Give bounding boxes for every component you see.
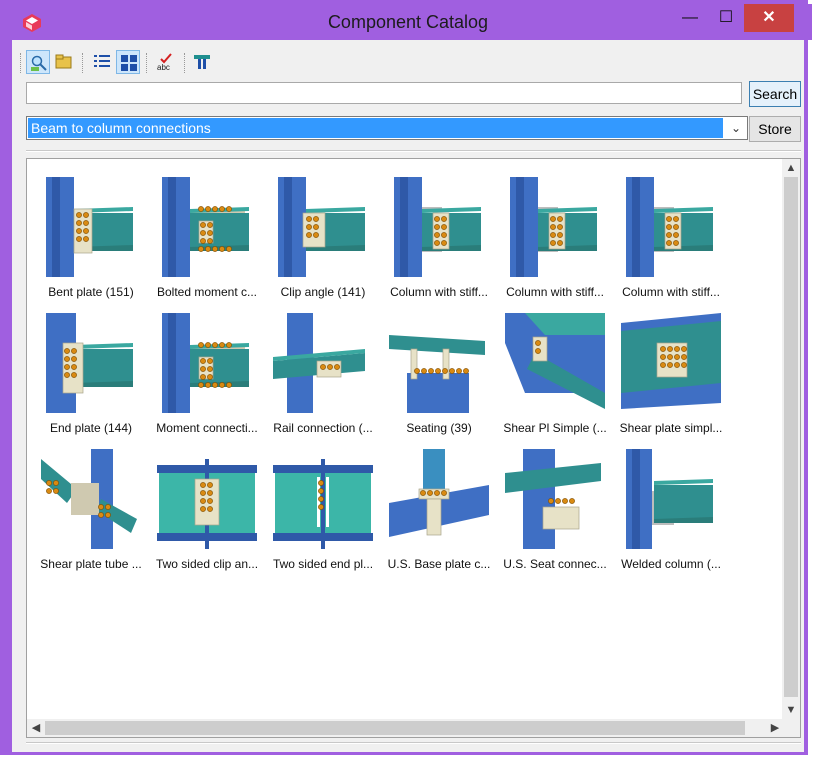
toolbar-separator	[146, 53, 149, 73]
component-label: Welded column (...	[621, 557, 721, 571]
component-item[interactable]: Column with stiff...	[615, 169, 727, 301]
minimize-button[interactable]: —	[670, 4, 710, 32]
search-button[interactable]: Search	[749, 81, 801, 107]
component-thumbnail	[389, 449, 489, 537]
maximize-button[interactable]: ☐	[706, 4, 746, 32]
component-item[interactable]: Shear Pl Simple (...	[499, 305, 611, 437]
component-item[interactable]: Two sided clip an...	[151, 441, 263, 573]
component-item[interactable]: Shear plate tube ...	[35, 441, 147, 573]
toolbar-grip[interactable]	[20, 53, 23, 73]
component-thumbnail	[157, 459, 257, 549]
component-thumbnail	[46, 313, 133, 413]
thumbnail-view-icon	[121, 55, 137, 71]
component-item[interactable]: Shear plate simpl...	[615, 305, 727, 437]
component-thumbnail	[394, 177, 481, 277]
scroll-up-icon[interactable]: ▲	[782, 159, 800, 177]
component-label: Clip angle (141)	[280, 285, 366, 299]
component-item[interactable]: U.S. Base plate c...	[383, 441, 495, 573]
scroll-down-icon[interactable]: ▼	[782, 701, 800, 719]
component-item[interactable]: Two sided end pl...	[267, 441, 379, 573]
component-label: U.S. Seat connec...	[503, 557, 607, 571]
component-label: Two sided end pl...	[272, 557, 374, 571]
component-label: Moment connecti...	[156, 421, 258, 435]
component-item[interactable]: Bolted moment c...	[151, 169, 263, 301]
open-folder-button[interactable]	[52, 50, 76, 74]
component-label: Column with stiff...	[622, 285, 720, 299]
component-thumbnail	[273, 313, 365, 413]
toolbar-separator	[82, 53, 85, 73]
spellcheck-icon: abc	[157, 53, 172, 71]
component-label: Column with stiff...	[506, 285, 604, 299]
divider	[26, 742, 801, 744]
toolbar-separator	[184, 53, 187, 73]
component-item[interactable]: Column with stiff...	[383, 169, 495, 301]
component-item[interactable]: Seating (39)	[383, 305, 495, 437]
component-thumbnail	[41, 449, 137, 549]
component-thumbnail	[626, 177, 713, 277]
component-label: Two sided clip an...	[155, 557, 259, 571]
horizontal-scrollbar[interactable]: ◀ ▶	[27, 719, 784, 737]
component-label: End plate (144)	[49, 421, 133, 435]
component-item[interactable]: U.S. Seat connec...	[499, 441, 611, 573]
component-label: Bent plate (151)	[48, 285, 134, 299]
component-item[interactable]: End plate (144)	[35, 305, 147, 437]
filter-icon	[194, 55, 210, 69]
component-item[interactable]: Bent plate (151)	[35, 169, 147, 301]
search-input[interactable]	[26, 82, 742, 104]
component-item[interactable]: Moment connecti...	[151, 305, 263, 437]
component-thumbnail	[162, 313, 249, 413]
vertical-scrollbar[interactable]: ▲ ▼	[782, 159, 800, 719]
store-button[interactable]: Store	[749, 116, 801, 142]
component-label: Bolted moment c...	[156, 285, 258, 299]
spellcheck-button[interactable]: abc	[154, 50, 178, 74]
chevron-down-icon[interactable]: ⌄	[728, 120, 744, 136]
scrollbar-corner	[782, 719, 800, 737]
catalog-client-area: abc Search Beam to column connections ⌄ …	[12, 40, 804, 752]
component-thumbnail	[626, 449, 713, 549]
component-label: U.S. Base plate c...	[387, 557, 491, 571]
component-label: Column with stiff...	[390, 285, 488, 299]
vertical-scroll-thumb[interactable]	[784, 177, 798, 697]
component-thumbnail-panel: Bent plate (151) Bolted moment c... Clip a…	[26, 158, 801, 738]
folder-icon	[55, 54, 72, 69]
component-label: Rail connection (...	[273, 421, 373, 435]
component-thumbnail	[46, 177, 133, 277]
component-thumbnail	[389, 335, 485, 413]
component-label: Seating (39)	[406, 421, 472, 435]
component-thumbnail	[510, 177, 597, 277]
scroll-left-icon[interactable]: ◀	[27, 719, 45, 737]
divider	[26, 150, 801, 152]
horizontal-scroll-thumb[interactable]	[45, 721, 745, 735]
close-button[interactable]: ✕	[744, 4, 794, 32]
component-item[interactable]: Rail connection (...	[267, 305, 379, 437]
component-label: Shear plate tube ...	[40, 557, 142, 571]
list-view-button[interactable]	[90, 50, 114, 74]
spellcheck-text: abc	[157, 63, 170, 71]
component-thumbnail	[278, 177, 365, 277]
component-catalog-window: Component Catalog — ☐ ✕ abc Search Beam …	[0, 0, 812, 755]
title-bar[interactable]: Component Catalog — ☐ ✕	[4, 4, 812, 40]
group-selected-value: Beam to column connections	[28, 118, 723, 138]
component-item[interactable]: Clip angle (141)	[267, 169, 379, 301]
component-thumbnail	[505, 313, 605, 413]
component-item[interactable]: Welded column (...	[615, 441, 727, 573]
component-thumbnail	[273, 459, 373, 549]
list-view-icon	[94, 55, 110, 67]
component-label: Shear Pl Simple (...	[503, 421, 607, 435]
find-icon	[31, 55, 47, 71]
component-thumbnail	[505, 449, 601, 549]
component-item[interactable]: Column with stiff...	[499, 169, 611, 301]
group-select[interactable]: Beam to column connections ⌄	[26, 116, 748, 140]
find-button[interactable]	[26, 50, 50, 74]
filter-button[interactable]	[190, 50, 214, 74]
component-thumbnail	[621, 313, 721, 409]
thumbnail-view-button[interactable]	[116, 50, 140, 74]
component-thumbnail	[162, 177, 249, 277]
component-label: Shear plate simpl...	[619, 421, 723, 435]
